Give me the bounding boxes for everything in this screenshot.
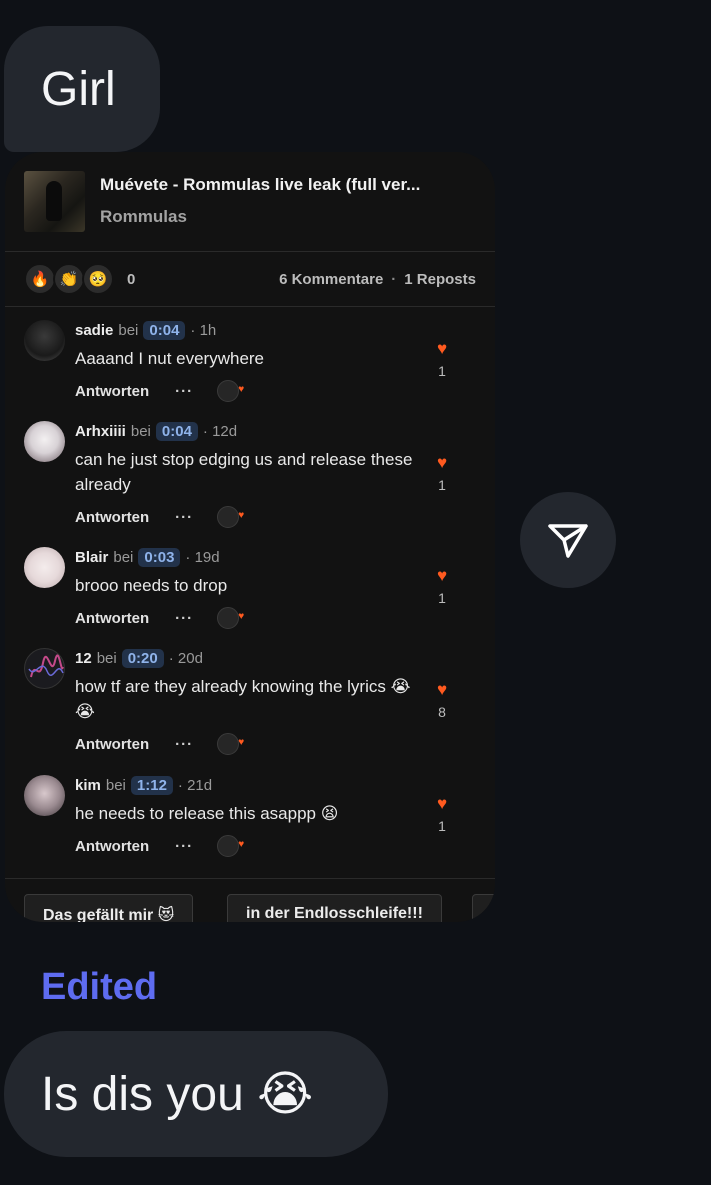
like-count: 1 bbox=[438, 477, 446, 493]
comment-username[interactable]: 12 bbox=[75, 650, 92, 667]
more-options-icon[interactable]: ··· bbox=[175, 838, 193, 855]
comment-at-label: bei bbox=[96, 649, 117, 667]
avatar[interactable] bbox=[24, 648, 65, 689]
edited-label: Edited bbox=[41, 966, 158, 1008]
comment-timestamp[interactable]: 0:03 bbox=[138, 547, 181, 567]
comment-item: Blair bei 0:03 · 19d brooo needs to drop… bbox=[24, 547, 476, 629]
track-title: Muévete - Rommulas live leak (full ver..… bbox=[100, 175, 421, 194]
like-count: 1 bbox=[438, 818, 446, 834]
comment-username[interactable]: kim bbox=[75, 777, 101, 794]
heart-icon: ♥ bbox=[436, 339, 448, 358]
comment-age: · 21d bbox=[177, 776, 213, 794]
avatar-art-icon bbox=[28, 654, 64, 678]
comment-timestamp[interactable]: 0:04 bbox=[143, 320, 186, 340]
comment-text: can he just stop edging us and release t… bbox=[75, 450, 413, 494]
message-bubble-girl[interactable]: Girl bbox=[4, 26, 160, 152]
reply-button[interactable]: Antworten bbox=[75, 736, 149, 753]
comment-item: 12 bei 0:20 · 20d how tf are they alread… bbox=[24, 648, 476, 756]
comment-username[interactable]: Blair bbox=[75, 549, 108, 566]
avatar[interactable] bbox=[24, 547, 65, 588]
reply-button[interactable]: Antworten bbox=[75, 610, 149, 627]
comment-at-label: bei bbox=[113, 548, 134, 566]
quick-reply-more-chip[interactable] bbox=[472, 894, 495, 922]
comments-count[interactable]: 6 Kommentare bbox=[279, 271, 383, 288]
comment-item: sadie bei 0:04 · 1h Aaaand I nut everywh… bbox=[24, 320, 476, 402]
reply-button[interactable]: Antworten bbox=[75, 383, 149, 400]
comment-at-label: bei bbox=[118, 321, 139, 339]
comment-age: · 1h bbox=[190, 321, 217, 339]
heart-icon: ♥ bbox=[436, 566, 448, 585]
comment-timestamp[interactable]: 1:12 bbox=[130, 775, 173, 795]
artist-like-icon bbox=[217, 506, 244, 528]
message-text: Girl bbox=[41, 62, 116, 116]
divider bbox=[5, 306, 495, 307]
shared-track-card[interactable]: Muévete - Rommulas live leak (full ver..… bbox=[5, 152, 495, 922]
comment-text: he needs to release this asappp 😫 bbox=[75, 804, 339, 823]
reaction-stack[interactable]: 🔥 👏 🥺 bbox=[24, 263, 114, 295]
heart-icon: ♥ bbox=[436, 794, 448, 813]
like-button[interactable]: ♥ 1 bbox=[427, 340, 457, 379]
comment-timestamp[interactable]: 0:20 bbox=[121, 648, 164, 668]
comment-age: · 12d bbox=[202, 422, 238, 440]
comment-text: brooo needs to drop bbox=[75, 576, 228, 595]
separator: · bbox=[391, 270, 397, 288]
more-options-icon[interactable]: ··· bbox=[175, 610, 193, 627]
like-count: 8 bbox=[438, 704, 446, 720]
comment-age: · 19d bbox=[185, 548, 220, 566]
send-icon bbox=[548, 524, 588, 558]
like-button[interactable]: ♥ 1 bbox=[427, 795, 457, 834]
reposts-count[interactable]: 1 Reposts bbox=[404, 271, 476, 288]
fire-reaction-icon: 🔥 bbox=[24, 263, 56, 295]
comment-item: kim bei 1:12 · 21d he needs to release t… bbox=[24, 775, 476, 857]
track-cover-art bbox=[24, 170, 85, 232]
pleading-reaction-icon: 🥺 bbox=[82, 263, 114, 295]
comment-timestamp[interactable]: 0:04 bbox=[155, 421, 198, 441]
heart-icon: ♥ bbox=[436, 453, 448, 472]
comment-username[interactable]: Arhxiiii bbox=[75, 423, 126, 440]
avatar[interactable] bbox=[24, 775, 65, 816]
track-header[interactable]: Muévete - Rommulas live leak (full ver..… bbox=[24, 170, 477, 232]
quick-reply-like-chip[interactable]: Das gefällt mir 😻 bbox=[24, 894, 194, 922]
more-options-icon[interactable]: ··· bbox=[175, 383, 193, 400]
more-options-icon[interactable]: ··· bbox=[175, 736, 193, 753]
artist-like-icon bbox=[217, 380, 244, 402]
track-artist: Rommulas bbox=[100, 207, 187, 226]
avatar[interactable] bbox=[24, 320, 65, 361]
like-button[interactable]: ♥ 1 bbox=[427, 567, 457, 606]
reply-button[interactable]: Antworten bbox=[75, 509, 149, 526]
divider bbox=[5, 251, 495, 252]
artist-like-icon bbox=[217, 733, 244, 755]
track-stats: 🔥 👏 🥺 0 6 Kommentare · 1 Reposts bbox=[24, 262, 476, 296]
comment-text: Aaaand I nut everywhere bbox=[75, 349, 265, 368]
comment-username[interactable]: sadie bbox=[75, 322, 113, 339]
comment-at-label: bei bbox=[130, 422, 151, 440]
like-count: 1 bbox=[438, 363, 446, 379]
comment-age: · 20d bbox=[168, 649, 203, 667]
comment-item: Arhxiiii bei 0:04 · 12d can he just stop… bbox=[24, 421, 476, 529]
comment-text: how tf are they already knowing the lyri… bbox=[75, 677, 411, 721]
like-button[interactable]: ♥ 1 bbox=[427, 454, 457, 493]
comment-at-label: bei bbox=[105, 776, 126, 794]
like-count: 1 bbox=[438, 590, 446, 606]
like-button[interactable]: ♥ 8 bbox=[427, 681, 457, 720]
heart-icon: ♥ bbox=[436, 680, 448, 699]
more-options-icon[interactable]: ··· bbox=[175, 509, 193, 526]
artist-like-icon bbox=[217, 607, 244, 629]
reply-button[interactable]: Antworten bbox=[75, 838, 149, 855]
avatar[interactable] bbox=[24, 421, 65, 462]
quick-reply-loop-chip[interactable]: in der Endlosschleife!!! bbox=[227, 894, 442, 922]
clap-reaction-icon: 👏 bbox=[53, 263, 85, 295]
message-text: Is dis you 😭 bbox=[41, 1068, 314, 1121]
share-button[interactable] bbox=[520, 492, 616, 588]
reaction-count: 0 bbox=[127, 270, 136, 288]
artist-like-icon bbox=[217, 835, 244, 857]
message-bubble-is-dis-you[interactable]: Is dis you 😭 bbox=[4, 1031, 388, 1157]
quick-reply-divider bbox=[5, 878, 495, 879]
